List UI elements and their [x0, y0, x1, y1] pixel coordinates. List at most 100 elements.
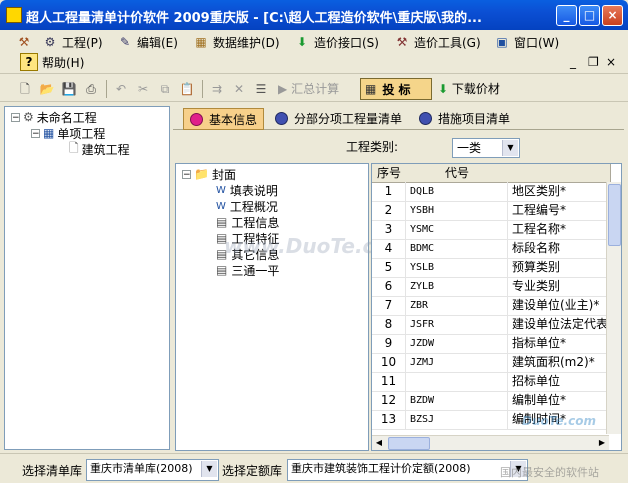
quota-library-select[interactable]: 重庆市建筑装饰工程计价定额(2008) ▼: [287, 459, 528, 481]
cut-icon[interactable]: ✂: [134, 80, 152, 98]
download-icon: ⬇: [438, 82, 449, 96]
menu-help[interactable]: ? 帮助(H): [20, 52, 84, 72]
paste-icon[interactable]: 📋: [178, 80, 196, 98]
grid-cell-index: 5: [372, 258, 406, 277]
menu-cost-interface[interactable]: ⬇ 造价接口(S): [294, 32, 379, 52]
grid-cell-index: 10: [372, 353, 406, 372]
grid-cell-code: JSFR: [406, 315, 508, 334]
doc-tree-item[interactable]: ▤ 三通一平: [216, 262, 279, 278]
bid-icon: ▦: [365, 82, 377, 96]
grid-cell-code: BZDW: [406, 391, 508, 410]
project-icon: ⚙: [44, 35, 56, 49]
project-type-select[interactable]: 一类 ▼: [452, 138, 520, 158]
building-icon: ▦: [43, 126, 55, 140]
child-close-button[interactable]: ×: [606, 52, 616, 72]
bid-button[interactable]: ▦ 投 标: [360, 78, 432, 100]
summary-calc-button[interactable]: ▶ 汇总计算: [278, 80, 358, 98]
insert-icon[interactable]: ⇉: [208, 80, 226, 98]
grid-cell-code: JZMJ: [406, 353, 508, 372]
grid-cell-name: 招标单位: [512, 374, 561, 388]
menu-project[interactable]: ⚙ 工程(P): [42, 32, 103, 52]
menu-cost-tools[interactable]: ⚒ 造价工具(G): [394, 32, 481, 52]
collapse-icon[interactable]: −: [31, 128, 40, 138]
project-type-label: 工程类别:: [346, 140, 399, 154]
table-row[interactable]: 2 YSBH 工程编号*: [372, 201, 610, 221]
table-row[interactable]: 3 YSMC 工程名称*: [372, 220, 610, 240]
new-file-icon[interactable]: 🗋: [16, 80, 34, 98]
delete-icon[interactable]: ✕: [230, 80, 248, 98]
tree-node-root[interactable]: − ⚙ 未命名工程: [11, 109, 97, 125]
doc-tree-root[interactable]: − 📁 封面: [182, 166, 236, 182]
table-row[interactable]: 4 BDMC 标段名称: [372, 239, 610, 259]
tab-basic-info[interactable]: 基本信息: [183, 108, 265, 130]
doc-tree-item[interactable]: ▤ 工程信息: [216, 214, 279, 230]
scroll-thumb[interactable]: [608, 184, 621, 246]
list-icon[interactable]: ☰: [252, 80, 270, 98]
chevron-down-icon[interactable]: ▼: [201, 461, 217, 477]
document-tree: − 📁 封面 W 填表说明 W 工程概况 ▤ 工程信息 ▤ 工程特征 ▤ 其它信息 ▤ 三通一平…: [175, 163, 409, 451]
list-library-select[interactable]: 重庆市清单库(2008) ▼: [86, 459, 219, 481]
minimize-button[interactable]: _: [556, 5, 577, 26]
document-icon: ▤: [216, 215, 228, 229]
grid-cell-index: 4: [372, 239, 406, 258]
close-button[interactable]: ×: [602, 5, 623, 26]
table-row[interactable]: 8 JSFR 建设单位法定代表: [372, 315, 610, 335]
horizontal-scrollbar[interactable]: ◀ ▶: [372, 435, 609, 450]
tab-measures-list[interactable]: 措施项目清单: [413, 108, 516, 128]
grid-cell-index: 7: [372, 296, 406, 315]
undo-icon[interactable]: ↶: [112, 80, 130, 98]
word-doc-icon: W: [216, 184, 226, 196]
scroll-thumb[interactable]: [388, 437, 430, 450]
table-row[interactable]: 1 DQLB 地区类别*: [372, 182, 610, 202]
tab-dot-icon: [190, 112, 203, 126]
open-folder-icon[interactable]: 📂: [38, 80, 56, 98]
menu-window[interactable]: ▣ 窗口(W): [494, 32, 559, 52]
table-row[interactable]: 6 ZYLB 专业类别: [372, 277, 610, 297]
grid-cell-name: 预算类别: [512, 260, 561, 274]
grid-cell-index: 13: [372, 410, 406, 429]
grid-cell-name: 建筑面积(m2)*: [512, 355, 595, 369]
print-preview-icon[interactable]: ⎙: [82, 80, 100, 98]
tools-icon: ⚒: [396, 35, 408, 49]
grid-cell-name: 标段名称: [512, 241, 561, 255]
grid-cell-index: 12: [372, 391, 406, 410]
menu-edit[interactable]: ✎ 编辑(E): [117, 32, 178, 52]
document-icon: ▤: [216, 263, 228, 277]
table-row[interactable]: 12 BZDW 编制单位*: [372, 391, 610, 411]
collapse-icon[interactable]: −: [182, 169, 191, 179]
grid-cell-name: 建设单位(业主)*: [512, 298, 600, 312]
window-title: 超人工程量清单计价软件 2009重庆版 - [C:\超人工程造价软件\重庆版\我…: [26, 11, 482, 26]
doc-tree-item[interactable]: W 填表说明: [216, 182, 278, 198]
doc-tree-item[interactable]: W 工程概况: [216, 198, 278, 214]
quota-library-label: 选择定额库: [222, 464, 283, 478]
grid-cell-index: 8: [372, 315, 406, 334]
maximize-button[interactable]: □: [579, 5, 600, 26]
child-minimize-button[interactable]: _: [570, 52, 576, 72]
save-icon[interactable]: 💾: [60, 80, 78, 98]
tab-item-list[interactable]: 分部分项工程量清单: [269, 108, 408, 128]
status-bar: 选择清单库 重庆市清单库(2008) ▼ 选择定额库 重庆市建筑装饰工程计价定额(…: [0, 453, 628, 483]
collapse-icon[interactable]: −: [11, 112, 20, 122]
grid-cell-name: 建设单位法定代表: [512, 317, 609, 331]
table-row[interactable]: 11 招标单位: [372, 372, 610, 392]
grid-cell-code: [406, 372, 508, 391]
table-row[interactable]: 10 JZMJ 建筑面积(m2)*: [372, 353, 610, 373]
table-row[interactable]: 7 ZBR 建设单位(业主)*: [372, 296, 610, 316]
edit-icon: ✎: [119, 35, 131, 49]
copy-icon[interactable]: ⧉: [156, 80, 174, 98]
vertical-scrollbar[interactable]: [606, 182, 621, 434]
grid-cell-name: 工程编号*: [512, 203, 567, 217]
tree-node-building[interactable]: 🗋 建筑工程: [69, 141, 130, 157]
scroll-left-icon[interactable]: ◀: [373, 437, 385, 448]
scroll-right-icon[interactable]: ▶: [596, 437, 608, 448]
chevron-down-icon[interactable]: ▼: [502, 140, 518, 156]
download-prices-button[interactable]: ⬇ 下载价材: [438, 80, 518, 98]
table-row[interactable]: 5 YSLB 预算类别: [372, 258, 610, 278]
toolbox-icon: ⚒: [18, 35, 30, 49]
table-row[interactable]: 9 JZDW 指标单位*: [372, 334, 610, 354]
menu-data-maintenance[interactable]: ▦ 数据维护(D): [193, 32, 279, 52]
menu-tools-icon: ⚒: [16, 32, 36, 52]
child-restore-button[interactable]: ❐: [588, 52, 599, 72]
grid-cell-code: DQLB: [406, 182, 508, 201]
watermark-text: DuoTe.com: [522, 414, 596, 428]
